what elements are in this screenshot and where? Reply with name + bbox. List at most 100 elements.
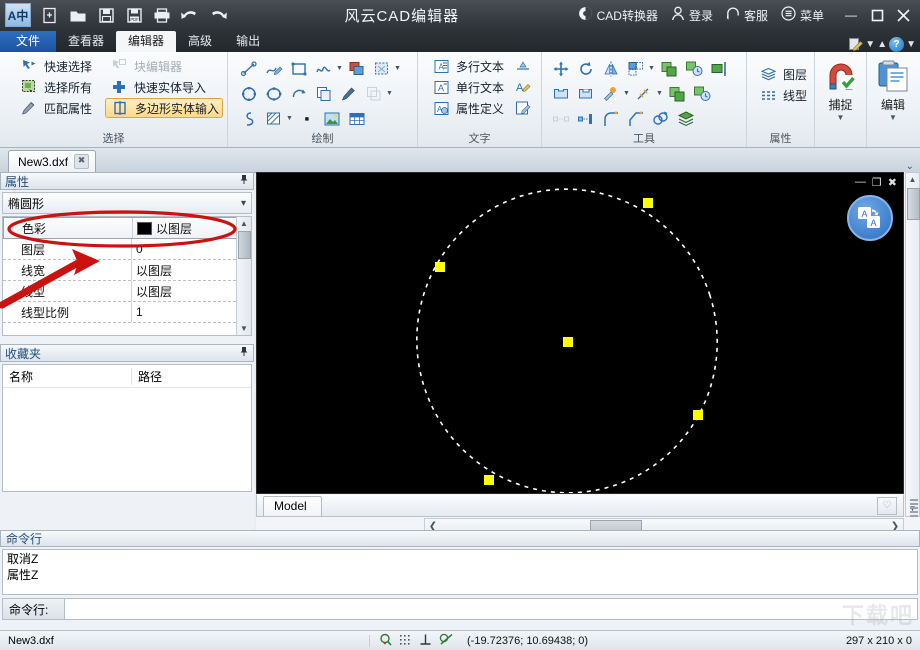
heart-icon[interactable]: ♡: [877, 497, 897, 515]
scroll-up-icon[interactable]: ▲: [906, 173, 919, 187]
object-type-combo[interactable]: 椭圆形 ▾: [2, 192, 252, 214]
block-editor-button[interactable]: 块编辑器: [105, 56, 223, 76]
mdi-restore-button[interactable]: ❐: [872, 176, 882, 189]
explode-dropdown-icon[interactable]: ▼: [656, 90, 663, 97]
scroll-down-icon[interactable]: ▼: [237, 322, 251, 335]
multiline-text-button[interactable]: A 多行文本: [427, 56, 507, 76]
offset-dropdown-icon[interactable]: ▼: [386, 90, 393, 97]
arc-icon[interactable]: [288, 83, 310, 105]
maximize-button[interactable]: [864, 2, 890, 28]
translate-convert-icon[interactable]: AA: [847, 195, 893, 241]
scroll-up-icon[interactable]: ▲: [237, 217, 251, 230]
login-button[interactable]: 登录: [666, 3, 718, 27]
mdi-minimize-button[interactable]: —: [855, 176, 866, 189]
chevron-down-icon[interactable]: ⌄: [906, 161, 914, 172]
redo-icon[interactable]: [205, 3, 231, 27]
open-icon[interactable]: [65, 3, 91, 27]
canvas-vertical-scrollbar[interactable]: ▲ ▼: [905, 172, 920, 517]
erase-icon[interactable]: [600, 83, 622, 105]
stretch-icon[interactable]: [550, 83, 572, 105]
move-icon[interactable]: [550, 58, 572, 80]
osnap-icon[interactable]: [379, 633, 392, 649]
tab-output[interactable]: 输出: [224, 31, 272, 52]
group-icon[interactable]: [650, 108, 672, 130]
attribute-definition-button[interactable]: A 属性定义: [427, 98, 507, 118]
region-icon[interactable]: [371, 58, 393, 80]
copy-icon[interactable]: [658, 58, 680, 80]
command-history[interactable]: 取消Z 属性Z: [2, 549, 918, 595]
save-pdf-icon[interactable]: PDF: [121, 3, 147, 27]
property-row-color[interactable]: 色彩 以图层 ▾: [3, 217, 251, 239]
linetype-button[interactable]: 线型: [754, 85, 810, 105]
layer-tools-icon[interactable]: [675, 108, 697, 130]
text-align-button[interactable]: [509, 56, 537, 76]
spline-curve-icon[interactable]: [238, 108, 260, 130]
ellipse-icon[interactable]: [263, 83, 285, 105]
mdi-close-button[interactable]: ✖: [888, 176, 897, 189]
join-icon[interactable]: [575, 108, 597, 130]
chamfer-icon[interactable]: [625, 108, 647, 130]
hatch-icon[interactable]: [263, 108, 285, 130]
trim-extend-icon[interactable]: [575, 83, 597, 105]
fillet-icon[interactable]: [600, 108, 622, 130]
mirror-icon[interactable]: [600, 58, 622, 80]
match-properties-button[interactable]: 匹配属性: [15, 98, 95, 118]
erase-dropdown-icon[interactable]: ▼: [623, 90, 630, 97]
polygon-entity-input-button[interactable]: 多边形实体输入: [105, 98, 223, 118]
align-icon[interactable]: [708, 58, 730, 80]
cad-converter-button[interactable]: CAD转换器: [573, 3, 663, 27]
pin-icon[interactable]: [239, 346, 249, 360]
property-row-linetype-scale[interactable]: 线型比例 1: [3, 302, 251, 323]
spline-dropdown-icon[interactable]: ▼: [336, 65, 343, 72]
properties-scrollbar[interactable]: ▲ ▼: [236, 217, 251, 335]
ortho-icon[interactable]: [419, 633, 432, 649]
pin-icon[interactable]: [239, 174, 249, 188]
support-button[interactable]: 客服: [721, 3, 773, 27]
polyline-edit-icon[interactable]: [263, 58, 285, 80]
menu-button[interactable]: 菜单: [776, 3, 829, 27]
grid-icon[interactable]: [399, 633, 412, 649]
minimize-button[interactable]: —: [838, 2, 864, 28]
tab-file[interactable]: 文件: [0, 31, 56, 52]
copy-nested-icon[interactable]: [666, 83, 688, 105]
tab-editor[interactable]: 编辑器: [116, 31, 176, 52]
divide-icon[interactable]: [691, 83, 713, 105]
quick-entity-import-button[interactable]: 快速实体导入: [105, 77, 223, 97]
help-dropdown-icon[interactable]: ▼: [906, 39, 916, 50]
print-icon[interactable]: [149, 3, 175, 27]
edit-text-button[interactable]: [509, 98, 537, 118]
save-icon[interactable]: [93, 3, 119, 27]
property-row-lineweight[interactable]: 线宽 以图层: [3, 260, 251, 281]
rotate-icon[interactable]: [575, 58, 597, 80]
chevron-down-icon[interactable]: ▼: [865, 39, 875, 50]
tab-advanced[interactable]: 高级: [176, 31, 224, 52]
property-row-linetype[interactable]: 线型 以图层: [3, 281, 251, 302]
region-dropdown-icon[interactable]: ▼: [394, 65, 401, 72]
array-icon[interactable]: [625, 58, 647, 80]
quick-select-button[interactable]: 快速选择: [15, 56, 95, 76]
text-style-button[interactable]: A: [509, 77, 537, 97]
close-button[interactable]: [890, 2, 916, 28]
break-icon[interactable]: [550, 108, 572, 130]
new-icon[interactable]: [37, 3, 63, 27]
edit-button[interactable]: 编辑 ▼: [872, 56, 914, 121]
layers-button[interactable]: 图层: [754, 64, 810, 84]
chevron-down-icon[interactable]: ▾: [241, 198, 246, 209]
edit-dropdown-icon[interactable]: ▼: [889, 114, 897, 121]
scrollbar-thumb[interactable]: [907, 188, 920, 220]
help-button[interactable]: ?: [889, 37, 904, 52]
offset-icon[interactable]: [363, 83, 385, 105]
block-insert-icon[interactable]: [346, 58, 368, 80]
line-icon[interactable]: [238, 58, 260, 80]
edit-pencil-icon[interactable]: [848, 37, 863, 52]
model-tab[interactable]: Model: [263, 496, 322, 516]
polar-icon[interactable]: [439, 633, 454, 649]
spline-icon[interactable]: [313, 58, 335, 80]
scale-icon[interactable]: [683, 58, 705, 80]
undo-icon[interactable]: [177, 3, 203, 27]
hatch-dropdown-icon[interactable]: ▼: [286, 115, 293, 122]
rectangle-icon[interactable]: [288, 58, 310, 80]
array-dropdown-icon[interactable]: ▼: [648, 65, 655, 72]
table-icon[interactable]: [346, 108, 368, 130]
resize-grip[interactable]: [910, 497, 918, 517]
